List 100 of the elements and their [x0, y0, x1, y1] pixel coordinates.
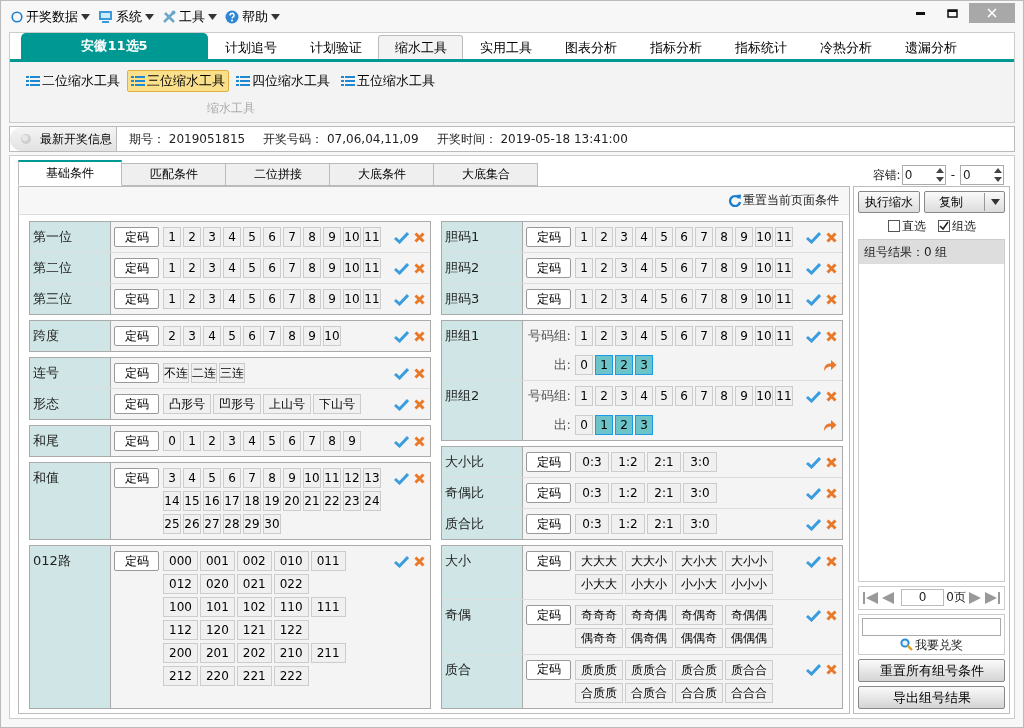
fix-code-button[interactable]: 定码 [526, 551, 571, 571]
option-toggle[interactable]: 5 [263, 431, 281, 451]
option-toggle[interactable]: 4 [223, 289, 241, 309]
option-toggle[interactable]: 9 [735, 258, 753, 278]
page-field[interactable]: 0 [901, 589, 945, 607]
option-toggle[interactable]: 合质质 [575, 682, 623, 703]
option-toggle[interactable]: 1 [595, 415, 613, 435]
option-toggle[interactable]: 29 [243, 514, 261, 534]
option-toggle[interactable]: 3 [223, 431, 241, 451]
option-toggle[interactable]: 2 [595, 258, 613, 278]
option-toggle[interactable]: 3:0 [683, 514, 717, 534]
option-toggle[interactable]: 10 [755, 227, 773, 247]
option-toggle[interactable]: 27 [203, 514, 221, 534]
ribbon-tool-button[interactable]: 四位缩水工具 [232, 70, 334, 92]
option-toggle[interactable]: 5 [655, 289, 673, 309]
option-toggle[interactable]: 10 [343, 227, 361, 247]
fix-code-button[interactable]: 定码 [114, 227, 159, 247]
option-toggle[interactable]: 8 [715, 258, 733, 278]
option-toggle[interactable]: 大大小 [625, 551, 673, 571]
option-toggle[interactable]: 17 [223, 491, 241, 511]
option-toggle[interactable]: 111 [310, 597, 346, 617]
option-toggle[interactable]: 8 [715, 289, 733, 309]
condition-tab[interactable]: 匹配条件 [122, 163, 226, 186]
option-toggle[interactable]: 22 [323, 491, 341, 511]
main-tab[interactable]: 实用工具 [463, 35, 548, 59]
option-toggle[interactable]: 3 [163, 468, 181, 488]
option-toggle[interactable]: 7 [695, 258, 713, 278]
fix-code-button[interactable]: 定码 [114, 258, 159, 278]
option-toggle[interactable]: 2 [183, 258, 201, 278]
run-button[interactable]: 执行缩水 [858, 191, 920, 213]
option-toggle[interactable]: 002 [236, 551, 272, 571]
action-button[interactable]: 重置所有组号条件 [858, 659, 1005, 682]
option-toggle[interactable]: 9 [735, 326, 753, 346]
option-toggle[interactable]: 6 [675, 326, 693, 346]
option-toggle[interactable]: 9 [323, 258, 341, 278]
option-toggle[interactable]: 2 [183, 227, 201, 247]
option-toggle[interactable]: 3 [203, 258, 221, 278]
option-toggle[interactable]: 9 [323, 289, 341, 309]
option-toggle[interactable]: 偶奇奇 [575, 628, 623, 649]
option-toggle[interactable]: 6 [263, 227, 281, 247]
menu-item[interactable]: 帮助 [225, 8, 280, 25]
option-toggle[interactable]: 6 [263, 258, 281, 278]
option-toggle[interactable]: 8 [303, 258, 321, 278]
option-toggle[interactable]: 7 [695, 326, 713, 346]
option-toggle[interactable]: 4 [635, 326, 653, 346]
option-toggle[interactable]: 小大小 [625, 574, 673, 594]
option-toggle[interactable]: 2 [595, 227, 613, 247]
option-toggle[interactable]: 112 [163, 620, 198, 640]
option-toggle[interactable]: 23 [343, 491, 361, 511]
option-toggle[interactable]: 5 [223, 326, 241, 346]
latest-draw-button[interactable]: 最新开奖信息 [10, 127, 117, 151]
option-toggle[interactable]: 12 [343, 468, 361, 488]
option-toggle[interactable]: 7 [283, 258, 301, 278]
spin-field[interactable]: 0 [960, 165, 1004, 185]
option-toggle[interactable]: 1 [163, 227, 181, 247]
option-toggle[interactable]: 1 [183, 431, 201, 451]
option-toggle[interactable]: 5 [655, 386, 673, 406]
option-toggle[interactable]: 2 [163, 326, 181, 346]
option-toggle[interactable]: 1 [575, 258, 593, 278]
ribbon-tool-button[interactable]: 五位缩水工具 [337, 70, 439, 92]
option-toggle[interactable]: 合合质 [675, 682, 723, 703]
option-toggle[interactable]: 012 [163, 574, 198, 594]
option-toggle[interactable]: 小大大 [575, 574, 623, 594]
option-toggle[interactable]: 1:2 [611, 452, 645, 472]
option-toggle[interactable]: 偶偶奇 [675, 628, 723, 649]
option-toggle[interactable]: 2 [595, 326, 613, 346]
fix-code-button[interactable]: 定码 [526, 289, 571, 309]
option-toggle[interactable]: 210 [273, 643, 309, 663]
option-toggle[interactable]: 3:0 [683, 452, 717, 472]
option-toggle[interactable]: 3 [635, 415, 653, 435]
menu-item[interactable]: 工具 [162, 8, 217, 25]
option-toggle[interactable]: 6 [223, 468, 241, 488]
option-toggle[interactable]: 1 [575, 326, 593, 346]
option-toggle[interactable]: 3 [183, 326, 201, 346]
option-toggle[interactable]: 质合合 [725, 659, 773, 680]
option-toggle[interactable]: 8 [303, 289, 321, 309]
option-toggle[interactable]: 100 [163, 597, 198, 617]
reset-page-link[interactable]: 重置当前页面条件 [729, 193, 839, 208]
fix-code-button[interactable]: 定码 [114, 431, 159, 451]
option-toggle[interactable]: 7 [695, 386, 713, 406]
option-toggle[interactable]: 5 [243, 258, 261, 278]
option-toggle[interactable]: 25 [163, 514, 181, 534]
action-button[interactable]: 导出组号结果 [858, 686, 1005, 709]
option-toggle[interactable]: 三连 [219, 363, 245, 383]
option-toggle[interactable]: 10 [343, 258, 361, 278]
fix-code-button[interactable]: 定码 [526, 659, 571, 680]
option-toggle[interactable]: 奇奇奇 [575, 605, 623, 626]
option-toggle[interactable]: 4 [635, 386, 653, 406]
main-tab[interactable]: 冷热分析 [803, 35, 888, 59]
option-toggle[interactable]: 8 [715, 326, 733, 346]
option-toggle[interactable]: 9 [735, 386, 753, 406]
option-toggle[interactable]: 奇偶偶 [725, 605, 773, 626]
option-toggle[interactable]: 11 [775, 227, 793, 247]
option-toggle[interactable]: 9 [283, 468, 301, 488]
option-toggle[interactable]: 5 [655, 227, 673, 247]
option-toggle[interactable]: 4 [635, 289, 653, 309]
option-toggle[interactable]: 0 [575, 415, 593, 435]
option-toggle[interactable]: 4 [635, 227, 653, 247]
option-toggle[interactable]: 1 [575, 289, 593, 309]
condition-tab[interactable]: 二位拼接 [226, 163, 330, 186]
